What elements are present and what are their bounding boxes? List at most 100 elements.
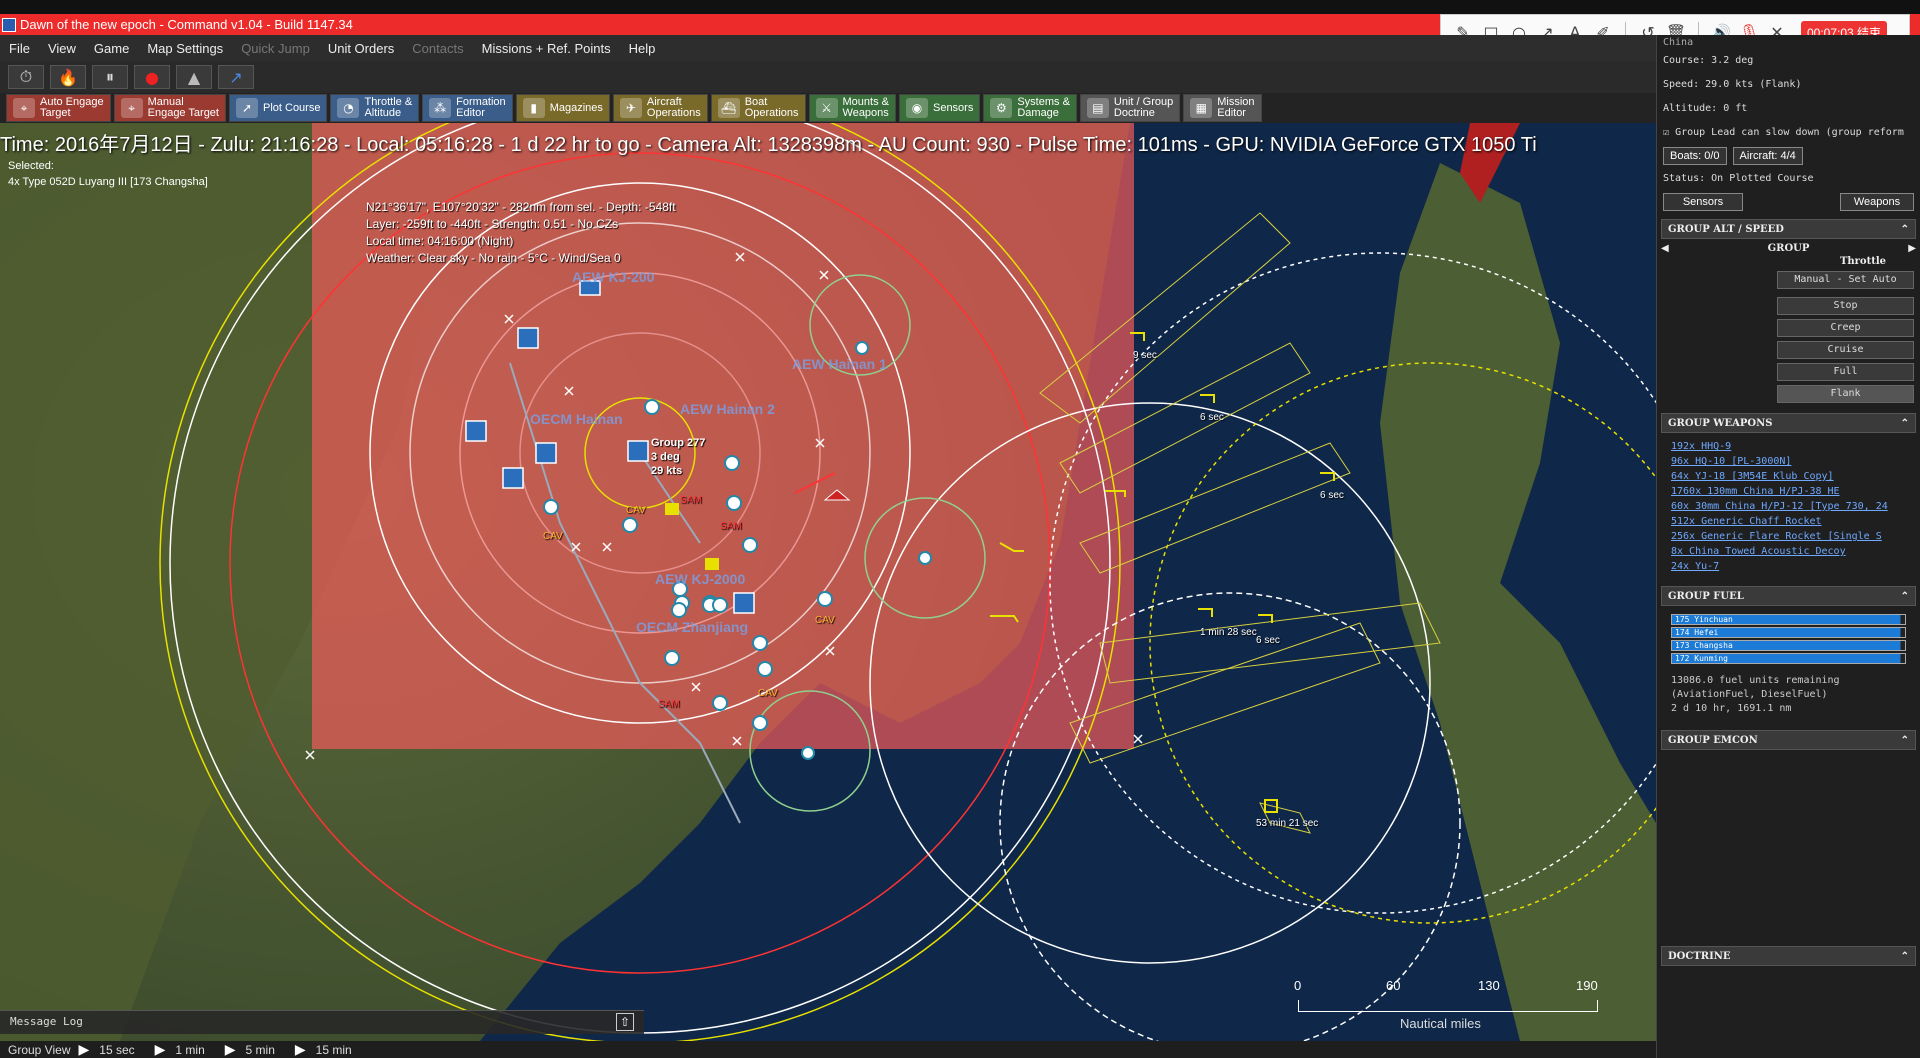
time-step-label: 15 min bbox=[315, 1042, 352, 1057]
speed-creep-button[interactable]: Creep bbox=[1777, 319, 1914, 337]
group-lead-option[interactable]: ☑ Group Lead can slow down (group reform bbox=[1663, 121, 1914, 145]
zone-label-oecm-zhanjiang: OECM Zhanjiang bbox=[636, 619, 748, 635]
time-label: 6 sec bbox=[1256, 635, 1280, 646]
boats-badge[interactable]: Boats: 0/0 bbox=[1663, 147, 1727, 165]
play-icon: ▶ bbox=[224, 1041, 236, 1058]
group-lead-label: Group Lead can slow down (group reform bbox=[1675, 127, 1904, 138]
section-weapons[interactable]: GROUP WEAPONS ⌃ bbox=[1661, 413, 1916, 433]
scale-bar bbox=[1298, 1000, 1598, 1012]
scale-tick: 190 bbox=[1576, 978, 1598, 993]
tab-label: Boat Operations bbox=[744, 96, 799, 119]
menu-file[interactable]: File bbox=[0, 41, 39, 56]
section-fuel[interactable]: GROUP FUEL ⌃ bbox=[1661, 586, 1916, 606]
tab-label: Auto Engage Target bbox=[40, 96, 104, 119]
message-log[interactable]: Message Log ⇧ bbox=[0, 1010, 644, 1034]
fire-icon[interactable]: 🔥 bbox=[50, 65, 86, 89]
command-tab-row: ⌖ Auto Engage Target ⌖ Manual Engage Target… bbox=[0, 93, 1656, 123]
pause-icon[interactable]: ⏸ bbox=[92, 65, 128, 89]
tab-throttle-altitude[interactable]: ◔ Throttle & Altitude bbox=[330, 94, 420, 122]
tactical-map[interactable]: AEW KJ-200 AEW Hainan 1 OECM Hainan AEW … bbox=[0, 123, 1656, 1041]
weapon-item[interactable]: 60x 30mm China H/PJ-12 [Type 730, 24 bbox=[1671, 499, 1906, 514]
weapon-item[interactable]: 96x HQ-10 [PL-3000N] bbox=[1671, 454, 1906, 469]
tab-formation-editor[interactable]: ⁂ Formation Editor bbox=[422, 94, 513, 122]
collapse-icon[interactable]: ⌃ bbox=[1901, 591, 1909, 602]
compass-icon: ➚ bbox=[235, 98, 258, 118]
map-canvas[interactable] bbox=[0, 123, 1656, 1041]
editor-icon: ▦ bbox=[1190, 98, 1213, 118]
weapon-item[interactable]: 512x Generic Chaff Rocket bbox=[1671, 514, 1906, 529]
scale-tick: 0 bbox=[1294, 978, 1302, 993]
selected-unit: 4x Type 052D Luyang III [173 Changsha] bbox=[8, 176, 208, 188]
speed-cruise-button[interactable]: Cruise bbox=[1777, 341, 1914, 359]
menu-bar: File View Game Map Settings Quick Jump U… bbox=[0, 35, 1656, 61]
tab-aircraft-operations[interactable]: ✈ Aircraft Operations bbox=[612, 94, 708, 122]
weapons-list: 192x HHQ-9 96x HQ-10 [PL-3000N] 64x YJ-18 … bbox=[1657, 433, 1920, 580]
expand-icon[interactable]: ⇧ bbox=[616, 1013, 634, 1031]
menu-missions[interactable]: Missions + Ref. Points bbox=[473, 41, 620, 56]
tab-plot-course[interactable]: ➚ Plot Course bbox=[228, 94, 328, 122]
tab-magazines[interactable]: ▮ Magazines bbox=[515, 94, 610, 122]
zone-label-oecm-hainan: OECM Hainan bbox=[530, 411, 623, 427]
menu-game[interactable]: Game bbox=[85, 41, 138, 56]
zone-label-aew-kj2000: AEW KJ-2000 bbox=[655, 571, 746, 587]
menu-map-settings[interactable]: Map Settings bbox=[138, 41, 232, 56]
speed-flank-button[interactable]: Flank bbox=[1777, 385, 1914, 403]
redo-icon[interactable]: ↗ bbox=[218, 65, 254, 89]
speed-full-button[interactable]: Full bbox=[1777, 363, 1914, 381]
record-icon[interactable]: ● bbox=[134, 65, 170, 89]
fuel-list: 175 Yinchuan 174 Hefei 173 Changsha 172 Kun… bbox=[1657, 614, 1920, 664]
weapon-item[interactable]: 8x China Towed Acoustic Decoy bbox=[1671, 544, 1906, 559]
checkbox-icon[interactable]: ☑ bbox=[1663, 127, 1669, 138]
menu-help[interactable]: Help bbox=[620, 41, 665, 56]
chevron-right-icon[interactable]: ▶ bbox=[1908, 243, 1916, 254]
tab-mounts-weapons[interactable]: ⚔ Mounts & Weapons bbox=[808, 94, 896, 122]
app-icon bbox=[2, 17, 16, 32]
cursor-info: N21°36'17", E107°20'32" - 282nm from sel… bbox=[366, 199, 676, 267]
speed-stop-button[interactable]: Stop bbox=[1777, 297, 1914, 315]
menu-unit-orders[interactable]: Unit Orders bbox=[319, 41, 403, 56]
cav-label: CAV bbox=[815, 615, 835, 626]
clock-icon[interactable]: ⏱ bbox=[8, 65, 44, 89]
section-emcon[interactable]: GROUP EMCON ⌃ bbox=[1661, 730, 1916, 750]
section-alt-speed[interactable]: GROUP ALT / SPEED ⌃ bbox=[1661, 219, 1916, 239]
tab-boat-operations[interactable]: ⛴ Boat Operations bbox=[710, 94, 806, 122]
speed-ramp-icon[interactable]: ▲ bbox=[176, 65, 212, 89]
collapse-icon[interactable]: ⌃ bbox=[1901, 224, 1909, 235]
collapse-icon[interactable]: ⌃ bbox=[1901, 951, 1909, 962]
weapons-button[interactable]: Weapons bbox=[1840, 193, 1914, 211]
selection-info: Selected: 4x Type 052D Luyang III [173 C… bbox=[8, 158, 208, 190]
weapon-item[interactable]: 24x Yu-7 bbox=[1671, 559, 1906, 574]
tab-manual-engage-target[interactable]: ⌖ Manual Engage Target bbox=[113, 94, 226, 122]
weapon-item[interactable]: 1760x 130mm China H/PJ-38 HE bbox=[1671, 484, 1906, 499]
play-icon: ▶ bbox=[294, 1041, 306, 1058]
time-step-1m[interactable]: ▶ 1 min bbox=[155, 1042, 205, 1058]
sam-label: SAM bbox=[658, 699, 680, 710]
crosshair-icon: ⌖ bbox=[120, 98, 143, 118]
weapon-item[interactable]: 256x Generic Flare Rocket [Single S bbox=[1671, 529, 1906, 544]
tab-label: Aircraft Operations bbox=[646, 96, 701, 119]
manual-set-auto-button[interactable]: Manual - Set Auto bbox=[1777, 271, 1914, 289]
sensors-button[interactable]: Sensors bbox=[1663, 193, 1743, 211]
collapse-icon[interactable]: ⌃ bbox=[1901, 735, 1909, 746]
menu-quick-jump[interactable]: Quick Jump bbox=[232, 41, 319, 56]
tab-auto-engage-target[interactable]: ⌖ Auto Engage Target bbox=[6, 94, 111, 122]
fuel-bar-label: 175 Yinchuan bbox=[1675, 615, 1733, 624]
chevron-left-icon[interactable]: ◀ bbox=[1661, 243, 1669, 254]
weapon-item[interactable]: 64x YJ-18 [3M54E Klub Copy] bbox=[1671, 469, 1906, 484]
throttle-label: Throttle bbox=[1839, 256, 1886, 267]
menu-view[interactable]: View bbox=[39, 41, 85, 56]
tab-mission-editor[interactable]: ▦ Mission Editor bbox=[1183, 94, 1262, 122]
aircraft-badge[interactable]: Aircraft: 4/4 bbox=[1732, 147, 1803, 165]
time-step-5m[interactable]: ▶ 5 min bbox=[225, 1042, 275, 1058]
section-doctrine[interactable]: DOCTRINE ⌃ bbox=[1661, 946, 1916, 966]
tab-unit-group-doctrine[interactable]: ▤ Unit / Group Doctrine bbox=[1079, 94, 1181, 122]
time-step-15s[interactable]: ▶ 15 sec bbox=[78, 1042, 134, 1058]
tab-systems-damage[interactable]: ⚙ Systems & Damage bbox=[983, 94, 1077, 122]
tab-sensors[interactable]: ◉ Sensors bbox=[898, 94, 981, 122]
crosshair-icon: ⌖ bbox=[13, 98, 35, 118]
collapse-icon[interactable]: ⌃ bbox=[1901, 418, 1909, 429]
group-label[interactable]: Group 277 3 deg 29 kts bbox=[651, 436, 705, 478]
menu-contacts[interactable]: Contacts bbox=[403, 41, 472, 56]
time-step-15m[interactable]: ▶ 15 min bbox=[295, 1042, 352, 1058]
weapon-item[interactable]: 192x HHQ-9 bbox=[1671, 439, 1906, 454]
